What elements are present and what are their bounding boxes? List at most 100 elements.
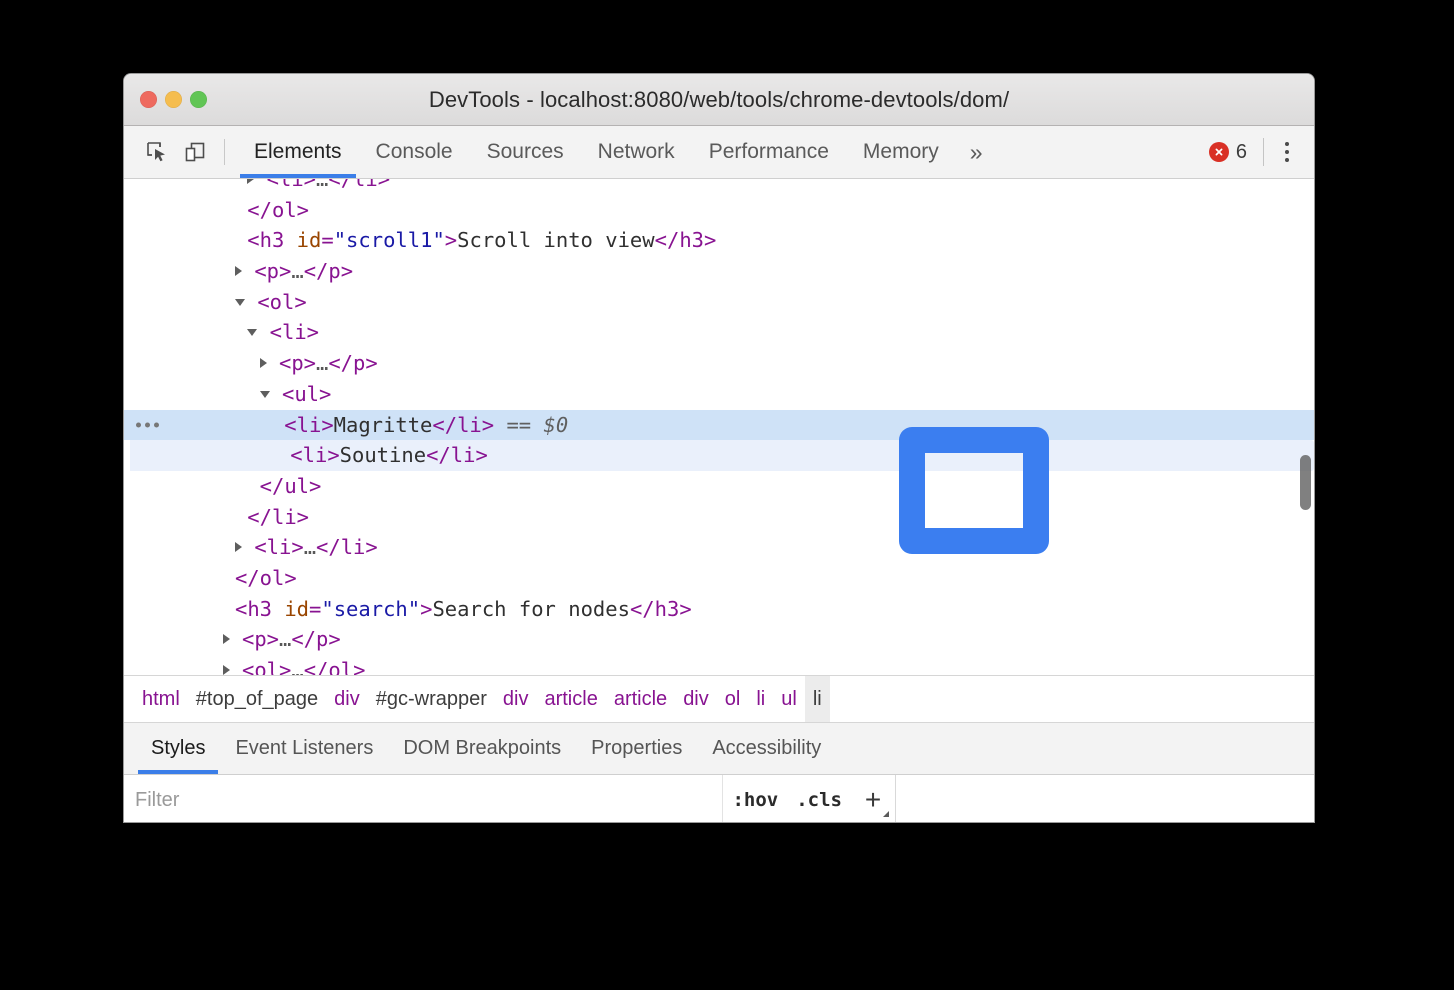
inspect-element-icon[interactable] xyxy=(138,133,176,171)
token-tag: li xyxy=(282,320,307,344)
breadcrumb-item-div[interactable]: div xyxy=(495,676,537,722)
token-punct: < xyxy=(235,597,247,621)
tab-performance[interactable]: Performance xyxy=(692,126,846,178)
tab-network-label: Network xyxy=(598,140,675,164)
token-punct: </ xyxy=(630,597,655,621)
tab-accessibility-label: Accessibility xyxy=(712,737,821,760)
kebab-menu-icon[interactable] xyxy=(1272,135,1302,169)
dom-node-row[interactable]: </ul> xyxy=(124,471,1314,502)
tab-event-listeners[interactable]: Event Listeners xyxy=(220,723,388,774)
token-punct: < xyxy=(279,351,291,375)
breadcrumb-item-li[interactable]: li xyxy=(805,676,830,722)
dom-node-row[interactable]: <li>…</li> xyxy=(124,179,1314,195)
token-tag: p xyxy=(291,351,303,375)
expand-triangle-icon[interactable] xyxy=(235,542,242,552)
token-punct: > xyxy=(297,505,309,529)
minimize-window-button[interactable] xyxy=(165,91,182,108)
token-punct: > xyxy=(279,259,291,283)
dom-node-row[interactable]: <ol>…</ol> xyxy=(124,655,1314,675)
toolbar-divider xyxy=(224,139,225,165)
dom-node-row[interactable]: <h3 id="scroll1">Scroll into view</h3> xyxy=(124,225,1314,256)
expand-triangle-icon[interactable] xyxy=(223,634,230,644)
dom-node-row[interactable]: <p>…</p> xyxy=(124,624,1314,655)
token-punct: > xyxy=(304,351,316,375)
token-punct: > xyxy=(294,290,306,314)
token-punct: > xyxy=(341,259,353,283)
breadcrumb-item-topofpage[interactable]: #top_of_page xyxy=(188,676,326,722)
filter-input[interactable]: Filter xyxy=(124,775,723,822)
collapse-triangle-icon[interactable] xyxy=(260,391,270,398)
dom-node-row[interactable]: <ol> xyxy=(124,287,1314,318)
tab-dom-breakpoints[interactable]: DOM Breakpoints xyxy=(388,723,576,774)
breadcrumb-item-ul[interactable]: ul xyxy=(773,676,805,722)
annotation-highlight-rectangle xyxy=(899,427,1049,554)
close-window-button[interactable] xyxy=(140,91,157,108)
expand-triangle-icon[interactable] xyxy=(223,665,230,675)
more-options-dots-icon[interactable] xyxy=(136,422,159,427)
token-tag: ul xyxy=(284,474,309,498)
token-punct: < xyxy=(254,259,266,283)
expand-triangle-icon[interactable] xyxy=(235,266,242,276)
more-tabs-chevron-icon[interactable]: » xyxy=(956,126,997,178)
tab-network[interactable]: Network xyxy=(581,126,692,178)
token-punct: </ xyxy=(260,474,285,498)
breadcrumb-item-article[interactable]: article xyxy=(536,676,605,722)
device-toolbar-icon[interactable] xyxy=(176,133,214,171)
tab-styles[interactable]: Styles xyxy=(136,723,220,774)
breadcrumb-item-div[interactable]: div xyxy=(326,676,368,722)
token-attr: id xyxy=(284,597,309,621)
token-punct: </ xyxy=(304,658,329,675)
tab-console[interactable]: Console xyxy=(359,126,470,178)
collapse-triangle-icon[interactable] xyxy=(235,299,245,306)
tab-accessibility[interactable]: Accessibility xyxy=(697,723,836,774)
token-punct: </ xyxy=(291,627,316,651)
token-punct: > xyxy=(304,179,316,191)
token-val: "scroll1" xyxy=(334,228,445,252)
collapse-triangle-icon[interactable] xyxy=(247,329,257,336)
maximize-window-button[interactable] xyxy=(190,91,207,108)
token-ellip: … xyxy=(316,179,328,191)
dom-tree-pane[interactable]: <li>…</li></ol><h3 id="scroll1">Scroll i… xyxy=(124,179,1314,675)
error-badge[interactable]: 6 xyxy=(1199,141,1257,164)
token-punct: > xyxy=(353,658,365,675)
token-punct: > xyxy=(321,413,333,437)
dom-node-row[interactable]: <li>Magritte</li> == $0 xyxy=(124,410,1314,441)
breadcrumb-item-ol[interactable]: ol xyxy=(717,676,749,722)
styles-pane: Filter :hov .cls + xyxy=(124,775,1314,822)
dom-node-row[interactable]: <ul> xyxy=(124,379,1314,410)
expand-triangle-icon[interactable] xyxy=(260,358,267,368)
breadcrumb-item-html[interactable]: html xyxy=(134,676,188,722)
dom-node-row[interactable]: </ol> xyxy=(124,563,1314,594)
dom-node-row[interactable]: <li> xyxy=(124,317,1314,348)
token-punct: </ xyxy=(328,351,353,375)
token-punct: </ xyxy=(304,259,329,283)
dom-node-row[interactable]: <p>…</p> xyxy=(124,256,1314,287)
token-punct: > xyxy=(297,198,309,222)
token-punct: < xyxy=(290,443,302,467)
dom-node-row[interactable]: <h3 id="search">Search for nodes</h3> xyxy=(124,594,1314,625)
plus-icon[interactable]: + xyxy=(851,775,895,822)
cls-button[interactable]: .cls xyxy=(787,775,851,822)
token-tag: ol xyxy=(328,658,353,675)
vertical-scrollbar-thumb[interactable] xyxy=(1300,455,1311,510)
tab-sources[interactable]: Sources xyxy=(470,126,581,178)
breadcrumb-item-li[interactable]: li xyxy=(748,676,773,722)
breadcrumb-item-div[interactable]: div xyxy=(675,676,717,722)
breadcrumb-item-gcwrapper[interactable]: #gc-wrapper xyxy=(368,676,495,722)
dom-node-row[interactable]: </ol> xyxy=(124,195,1314,226)
hov-button[interactable]: :hov xyxy=(723,775,787,822)
token-punct: </ xyxy=(316,535,341,559)
tab-memory[interactable]: Memory xyxy=(846,126,956,178)
token-tag: p xyxy=(316,627,328,651)
dom-node-row[interactable]: <li>…</li> xyxy=(124,532,1314,563)
token-tag: p xyxy=(328,259,340,283)
dom-node-row[interactable]: <li>Soutine</li> xyxy=(130,440,1314,471)
tab-properties[interactable]: Properties xyxy=(576,723,697,774)
tab-elements[interactable]: Elements xyxy=(237,126,359,178)
dom-node-row[interactable]: </li> xyxy=(124,502,1314,533)
dom-node-row[interactable]: <p>…</p> xyxy=(124,348,1314,379)
token-tag: li xyxy=(272,505,297,529)
token-punct: > xyxy=(378,179,390,191)
breadcrumb-item-article[interactable]: article xyxy=(606,676,675,722)
token-tag: li xyxy=(279,179,304,191)
